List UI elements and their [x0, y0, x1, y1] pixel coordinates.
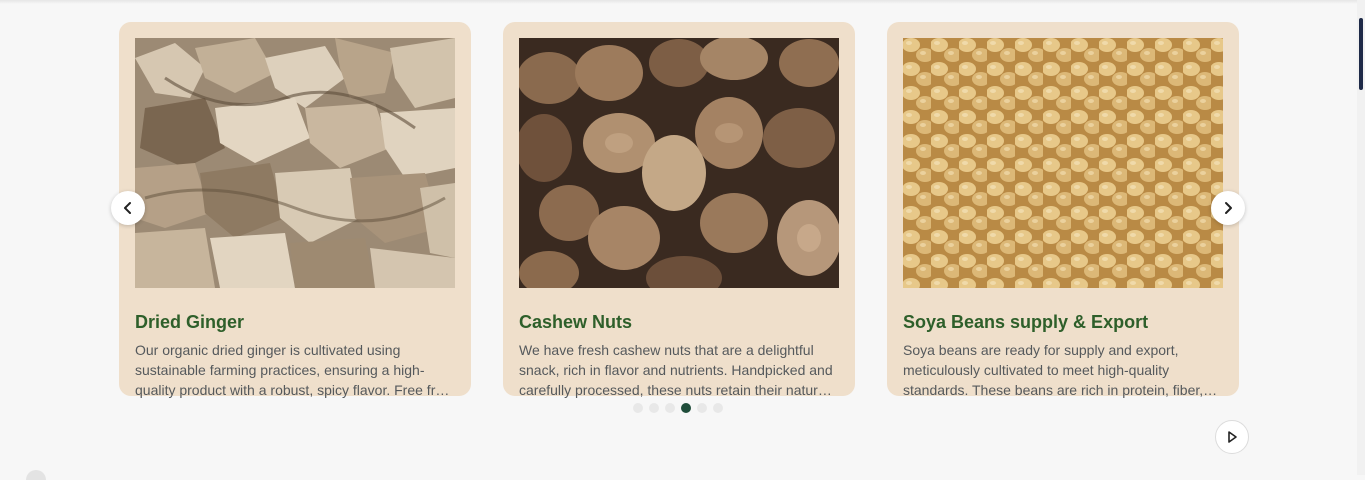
card-title: Dried Ginger	[135, 312, 245, 332]
carousel-pagination	[633, 403, 723, 413]
page-scrollbar-thumb[interactable]	[1359, 18, 1363, 90]
pagination-dot[interactable]	[697, 403, 707, 413]
cashew-nuts-photo	[519, 38, 839, 288]
product-card-dried-ginger[interactable]: Dried Ginger Our organic dried ginger is…	[119, 22, 471, 398]
product-card-soya-beans[interactable]: Soya Beans supply & Export Soya beans ar…	[887, 22, 1239, 398]
soya-beans-photo	[903, 38, 1223, 288]
floating-widget-edge[interactable]	[26, 470, 46, 480]
top-shadow	[0, 0, 1365, 4]
card-description: Soya beans are ready for supply and expo…	[903, 342, 1204, 398]
card-description: Our organic dried ginger is cultivated u…	[135, 342, 455, 398]
product-card-cashew-nuts[interactable]: Cashew Nuts We have fresh cashew nuts th…	[503, 22, 855, 398]
carousel-prev-button[interactable]	[111, 191, 145, 225]
card-title: Cashew Nuts	[519, 312, 633, 332]
pagination-dot[interactable]	[713, 403, 723, 413]
pagination-dot[interactable]	[633, 403, 643, 413]
carousel-next-button[interactable]	[1211, 191, 1245, 225]
play-icon	[1228, 431, 1237, 443]
card-description: We have fresh cashew nuts that are a del…	[519, 342, 833, 398]
card-title: Soya Beans supply & Export	[903, 312, 1149, 332]
chevron-left-icon	[124, 202, 131, 214]
pagination-dot[interactable]	[649, 403, 659, 413]
pagination-dot[interactable]	[665, 403, 675, 413]
chevron-right-icon	[1225, 202, 1232, 214]
pagination-dot-active[interactable]	[681, 403, 691, 413]
autoplay-button[interactable]	[1215, 420, 1249, 454]
dried-ginger-photo	[135, 38, 455, 288]
